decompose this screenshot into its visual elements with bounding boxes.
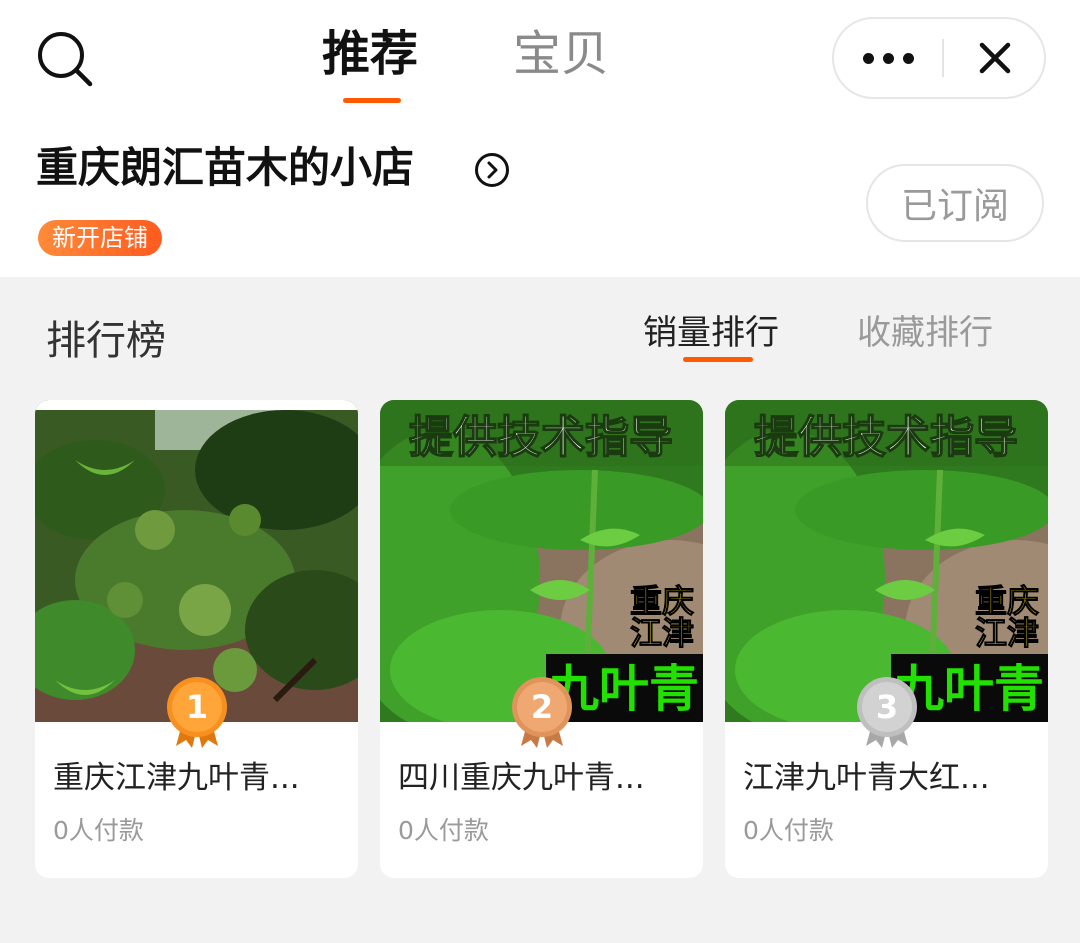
new-shop-badge: 新开店铺 [38, 220, 162, 256]
chevron-right-circle-icon[interactable] [474, 152, 510, 188]
rank-medal-2: 2 [509, 676, 575, 748]
tab-sales-ranking[interactable]: 销量排行 [643, 310, 779, 356]
tab-favorites-ranking[interactable]: 收藏排行 [857, 310, 993, 356]
active-tab-indicator [343, 98, 401, 103]
product-sales-count: 0人付款 [743, 816, 834, 845]
rank-number: 2 [530, 688, 554, 726]
product-image: 提供技术指导 重庆 江津 九叶青 [725, 400, 1048, 722]
banner-top-text: 提供技术指导 [754, 412, 1018, 463]
product-name: 重庆江津九叶青... [53, 760, 300, 796]
more-dots-icon[interactable] [834, 19, 942, 97]
subscribe-button[interactable]: 已订阅 [866, 164, 1044, 242]
banner-top-text: 提供技术指导 [409, 412, 673, 463]
mini-program-capsule [832, 17, 1046, 99]
active-sort-indicator [683, 357, 753, 362]
shop-name[interactable]: 重庆朗汇苗木的小店 [36, 140, 414, 196]
rank-number: 3 [875, 688, 899, 726]
tab-items[interactable]: 宝贝 [513, 22, 609, 86]
search-icon[interactable] [34, 28, 96, 90]
tab-recommend[interactable]: 推荐 [322, 22, 418, 86]
rank-medal-3: 3 [854, 676, 920, 748]
close-icon[interactable] [946, 19, 1044, 97]
product-image [35, 400, 358, 722]
product-card-1[interactable]: 重庆江津九叶青... 0人付款 [35, 400, 358, 878]
rank-number: 1 [185, 688, 209, 726]
product-name: 四川重庆九叶青... [398, 760, 645, 796]
ranking-title: 排行榜 [46, 318, 166, 364]
product-card-2[interactable]: 提供技术指导 重庆 江津 九叶青 四川重庆九叶青... 0人付款 [380, 400, 703, 878]
product-sales-count: 0人付款 [398, 816, 489, 845]
rank-medal-1: 1 [164, 676, 230, 748]
product-name: 江津九叶青大红... [743, 760, 990, 796]
product-image: 提供技术指导 重庆 江津 九叶青 [380, 400, 703, 722]
product-sales-count: 0人付款 [53, 816, 144, 845]
header-section: 推荐 宝贝 重庆朗汇苗木的小店 新开店铺 已订阅 [0, 0, 1080, 277]
product-card-3[interactable]: 提供技术指导 重庆 江津 九叶青 江津九叶青大红... 0人付款 [725, 400, 1048, 878]
banner-side-line-2: 江津 [630, 614, 694, 652]
capsule-divider [942, 39, 944, 77]
banner-side-line-2: 江津 [975, 614, 1039, 652]
